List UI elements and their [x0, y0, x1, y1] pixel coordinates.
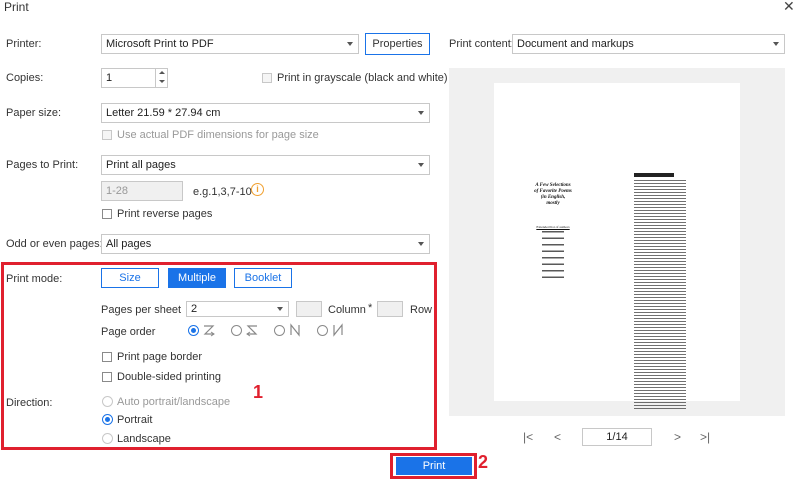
pages-per-sheet-value: 2	[191, 303, 198, 315]
page-order-radio-1[interactable]	[188, 325, 199, 336]
odd-even-label: Odd or even pages:	[6, 238, 103, 250]
pages-to-print-select[interactable]: Print all pages	[101, 155, 430, 175]
pages-to-print-value: Print all pages	[106, 159, 176, 171]
preview-right-heading	[634, 173, 674, 177]
page-order-radio-2[interactable]	[231, 325, 242, 336]
page-indicator: 1/14	[606, 431, 628, 443]
chevron-down-icon	[773, 42, 779, 46]
actual-dims-label: Use actual PDF dimensions for page size	[117, 129, 319, 141]
mode-multiple-button[interactable]: Multiple	[168, 268, 226, 288]
direction-auto-radio[interactable]	[102, 396, 113, 407]
chevron-down-icon	[418, 163, 424, 167]
page-indicator-input[interactable]: 1/14	[582, 428, 652, 446]
annotation-number-2: 2	[478, 452, 489, 472]
print-content-label: Print content:	[449, 38, 514, 50]
page-range-hint: e.g.1,3,7-10	[193, 186, 252, 198]
printer-value: Microsoft Print to PDF	[106, 38, 214, 50]
row-label: Row	[410, 304, 433, 316]
stepper-down-icon[interactable]	[159, 80, 165, 83]
direction-portrait-radio[interactable]	[102, 414, 113, 425]
print-content-select[interactable]: Document and markups	[512, 34, 785, 54]
next-page-icon[interactable]: >	[674, 430, 681, 444]
page-order-radio-3[interactable]	[274, 325, 285, 336]
double-sided-checkbox[interactable]	[102, 372, 112, 382]
preview-left-subheading: Extended list of authors	[536, 225, 570, 229]
grayscale-label: Print in grayscale (black and white)	[277, 72, 448, 84]
page-order-label: Page order	[101, 326, 156, 338]
first-page-icon[interactable]: |<	[523, 430, 533, 444]
direction-label: Direction:	[6, 397, 53, 409]
reverse-pages-checkbox[interactable]	[102, 209, 112, 219]
reverse-pages-label: Print reverse pages	[117, 208, 213, 220]
chevron-down-icon	[418, 242, 424, 246]
last-page-icon[interactable]: >|	[700, 430, 710, 444]
pages-per-sheet-label: Pages per sheet	[101, 304, 182, 316]
column-input[interactable]	[296, 301, 322, 317]
paper-size-value: Letter 21.59 * 27.94 cm	[106, 107, 221, 119]
reverse-n-order-icon	[333, 323, 343, 337]
odd-even-select[interactable]: All pages	[101, 234, 430, 254]
direction-landscape-radio[interactable]	[102, 433, 113, 444]
copies-stepper[interactable]	[155, 68, 168, 88]
print-mode-label: Print mode:	[6, 273, 63, 285]
reverse-z-order-icon	[246, 325, 258, 337]
stepper-up-icon[interactable]	[159, 71, 165, 74]
page-order-radio-4[interactable]	[317, 325, 328, 336]
mode-booklet-button[interactable]: Booklet	[234, 268, 292, 288]
paper-size-select[interactable]: Letter 21.59 * 27.94 cm	[101, 103, 430, 123]
annotation-number-1: 1	[253, 382, 264, 402]
page-border-checkbox[interactable]	[102, 352, 112, 362]
page-range-placeholder: 1-28	[106, 185, 129, 197]
preview-left-title: A Few Selections of Favorite Poems (in E…	[534, 183, 572, 206]
odd-even-value: All pages	[106, 238, 152, 250]
grayscale-checkbox[interactable]	[262, 73, 272, 83]
chevron-down-icon	[418, 111, 424, 115]
direction-portrait-label: Portrait	[117, 414, 153, 426]
preview-author-list	[542, 231, 564, 283]
window-title: Print	[4, 0, 29, 14]
copies-label: Copies:	[6, 72, 44, 84]
pages-to-print-label: Pages to Print:	[6, 159, 79, 171]
double-sided-label: Double-sided printing	[117, 371, 221, 383]
row-input[interactable]	[377, 301, 403, 317]
properties-button[interactable]: Properties	[365, 33, 430, 55]
info-icon[interactable]: i	[251, 183, 264, 196]
print-button[interactable]: Print	[396, 457, 472, 475]
direction-auto-label: Auto portrait/landscape	[117, 396, 231, 408]
z-order-icon	[203, 325, 215, 337]
page-range-input[interactable]: 1-28	[101, 181, 183, 201]
pages-per-sheet-select[interactable]: 2	[186, 301, 289, 317]
times-symbol: *	[368, 302, 373, 314]
printer-select[interactable]: Microsoft Print to PDF	[101, 34, 359, 54]
print-content-value: Document and markups	[517, 38, 634, 50]
close-icon[interactable]: ✕	[783, 0, 795, 15]
mode-size-button[interactable]: Size	[101, 268, 159, 288]
printer-label: Printer:	[6, 38, 42, 50]
preview-right-text	[634, 180, 686, 410]
prev-page-icon[interactable]: <	[554, 430, 561, 444]
direction-landscape-label: Landscape	[117, 433, 171, 445]
copies-value: 1	[106, 72, 113, 84]
column-label: Column	[328, 304, 366, 316]
page-border-label: Print page border	[117, 351, 202, 363]
annotation-box-1	[1, 262, 437, 450]
paper-size-label: Paper size:	[6, 107, 62, 119]
chevron-down-icon	[277, 307, 283, 311]
actual-dims-checkbox[interactable]	[102, 130, 112, 140]
preview-pane: A Few Selections of Favorite Poems (in E…	[449, 68, 785, 416]
n-order-icon	[290, 323, 300, 337]
chevron-down-icon	[347, 42, 353, 46]
preview-page: A Few Selections of Favorite Poems (in E…	[494, 83, 740, 410]
